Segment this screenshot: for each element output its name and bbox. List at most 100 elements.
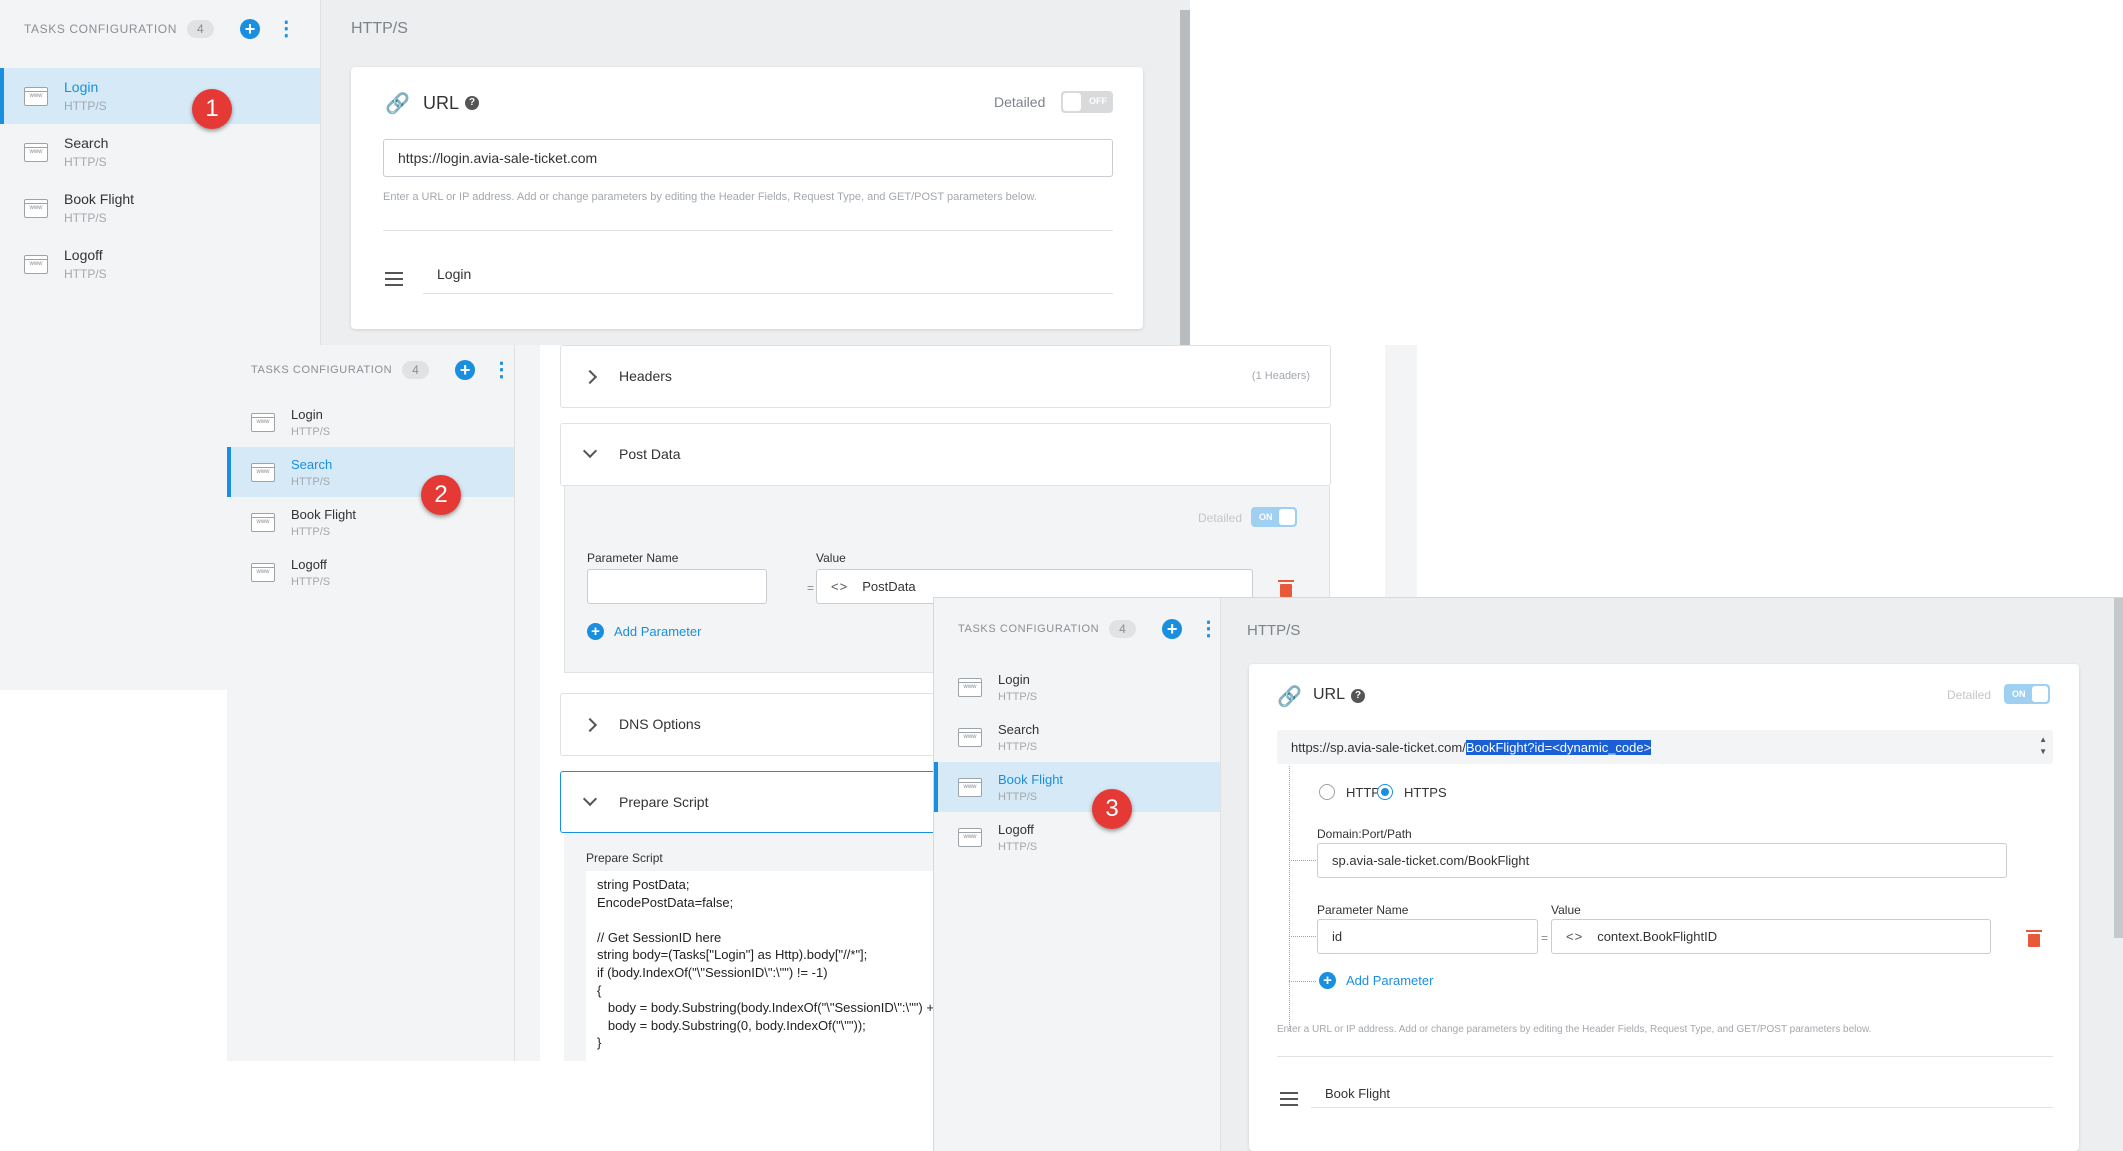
task-type: HTTP/S [998,840,1038,853]
add-parameter-button[interactable]: + Add Parameter [587,623,701,640]
chevron-down-icon [582,443,598,459]
description-icon [385,272,403,290]
scrollbar[interactable] [2114,598,2123,938]
task-item-login[interactable]: Login HTTP/S [934,662,1220,712]
task-item-search[interactable]: Search HTTP/S [934,712,1220,762]
task-type: HTTP/S [998,690,1038,703]
tasks-header: TASKS CONFIGURATION 4 + ⋮ [0,0,320,58]
domain-input[interactable]: sp.avia-sale-ticket.com/BookFlight [1317,843,2007,878]
tasks-header-label: TASKS CONFIGURATION [958,623,1100,635]
description-field[interactable]: Book Flight [1325,1086,1390,1101]
add-parameter-label: Add Parameter [1346,973,1434,988]
task-name: Login [64,79,99,95]
tasks-count-badge: 4 [402,361,430,379]
task-type: HTTP/S [64,267,107,281]
detailed-toggle[interactable]: ON [1251,507,1297,527]
headers-section[interactable]: Headers (1 Headers) [560,345,1331,408]
more-options-icon[interactable]: ⋮ [1198,619,1219,639]
chevron-right-icon [582,717,598,733]
dns-options-title: DNS Options [619,716,701,732]
chevron-down-icon [582,791,598,807]
tree-line [1289,936,1316,937]
task-content: HTTP/S 🔗 URL ? Detailed ON https://sp.av… [1221,598,2123,1151]
http-label: HTTP [1346,785,1380,800]
script-line: { [597,982,602,998]
task-item-book-flight[interactable]: Book Flight HTTP/S [227,497,514,547]
add-parameter-label: Add Parameter [614,624,702,639]
url-input[interactable]: https://login.avia-sale-ticket.com [383,139,1113,177]
task-item-search[interactable]: Search HTTP/S [227,447,514,497]
more-options-icon[interactable]: ⋮ [491,360,512,380]
url-selected-text: BookFlight?id=<dynamic_code> [1465,739,1652,755]
https-radio[interactable] [1377,784,1393,800]
url-spinner-icon[interactable]: ▲ ▼ [2039,734,2047,758]
value-label: Value [1551,903,1581,917]
delete-icon[interactable] [2026,930,2042,947]
web-page-icon [958,777,982,797]
web-page-icon [251,462,275,482]
detailed-label: Detailed [1947,688,1992,702]
headers-title: Headers [619,368,672,384]
help-icon[interactable]: ? [1351,689,1365,703]
add-icon: + [587,623,604,640]
task-name: Logoff [291,556,327,572]
task-item-login[interactable]: Login HTTP/S [0,68,320,124]
add-task-icon[interactable]: + [240,19,261,39]
param-value-input[interactable]: <> context.BookFlightID [1551,919,1991,954]
detailed-toggle[interactable]: OFF [1061,91,1113,113]
task-item-logoff[interactable]: Logoff HTTP/S [0,236,320,292]
panel-book-flight: TASKS CONFIGURATION 4 + ⋮ Login HTTP/S S… [933,597,2123,1151]
task-item-logoff[interactable]: Logoff HTTP/S [227,547,514,597]
delete-icon[interactable] [1278,580,1294,597]
toggle-state: ON [2012,689,2026,699]
web-page-icon [24,198,48,218]
param-name-input[interactable] [587,569,767,604]
headers-count: (1 Headers) [1251,370,1310,382]
task-name: Book Flight [998,771,1064,787]
param-name-input[interactable]: id [1317,919,1538,954]
more-options-icon[interactable]: ⋮ [276,19,297,39]
task-name: Login [291,406,323,422]
param-name-label: Parameter Name [1317,903,1409,917]
chevron-right-icon [582,369,598,385]
divider [1311,1107,2053,1108]
task-name: Search [291,456,333,472]
help-icon[interactable]: ? [465,96,479,110]
task-type: HTTP/S [64,211,107,225]
http-radio[interactable] [1319,784,1335,800]
tasks-sidebar: TASKS CONFIGURATION 4 + ⋮ Login HTTP/S S… [227,345,515,1061]
web-page-icon [958,727,982,747]
description-field[interactable]: Login [437,266,471,282]
task-type: HTTP/S [291,525,331,538]
detailed-label: Detailed [994,94,1046,110]
task-item-book-flight[interactable]: Book Flight HTTP/S [934,762,1220,812]
script-line: body = body.Substring(body.IndexOf("\"Se… [597,1000,934,1016]
step-marker-1: 1 [192,89,232,129]
task-item-login[interactable]: Login HTTP/S [227,397,514,447]
url-input[interactable]: https://sp.avia-sale-ticket.com/BookFlig… [1277,730,2053,764]
task-name: Logoff [998,821,1034,837]
post-data-section[interactable]: Post Data [560,423,1331,486]
add-task-icon[interactable]: + [1162,619,1183,639]
equals-sign: = [807,581,815,595]
step-marker-2: 2 [421,475,461,515]
add-task-icon[interactable]: + [455,360,476,380]
task-item-book-flight[interactable]: Book Flight HTTP/S [0,180,320,236]
task-type: HTTP/S [64,99,107,113]
tasks-count-badge: 4 [186,20,215,38]
detailed-toggle[interactable]: ON [2004,684,2050,704]
add-parameter-button[interactable]: + Add Parameter [1319,972,1433,989]
domain-label: Domain:Port/Path [1317,827,1412,841]
url-prefix: https://sp.avia-sale-ticket.com/ [1291,739,1466,755]
post-data-title: Post Data [619,446,681,462]
task-name: Search [998,721,1040,737]
task-name: Login [998,671,1030,687]
task-type: HTTP/S [291,575,331,588]
task-item-logoff[interactable]: Logoff HTTP/S [934,812,1220,862]
task-type: HTTP/S [291,475,331,488]
task-item-search[interactable]: Search HTTP/S [0,124,320,180]
scrollbar[interactable] [1385,345,1417,595]
script-line: if (body.IndexOf("\"SessionID\":\"") != … [597,965,828,980]
tasks-header-label: TASKS CONFIGURATION [251,364,393,376]
url-hint: Enter a URL or IP address. Add or change… [1277,1024,1872,1035]
